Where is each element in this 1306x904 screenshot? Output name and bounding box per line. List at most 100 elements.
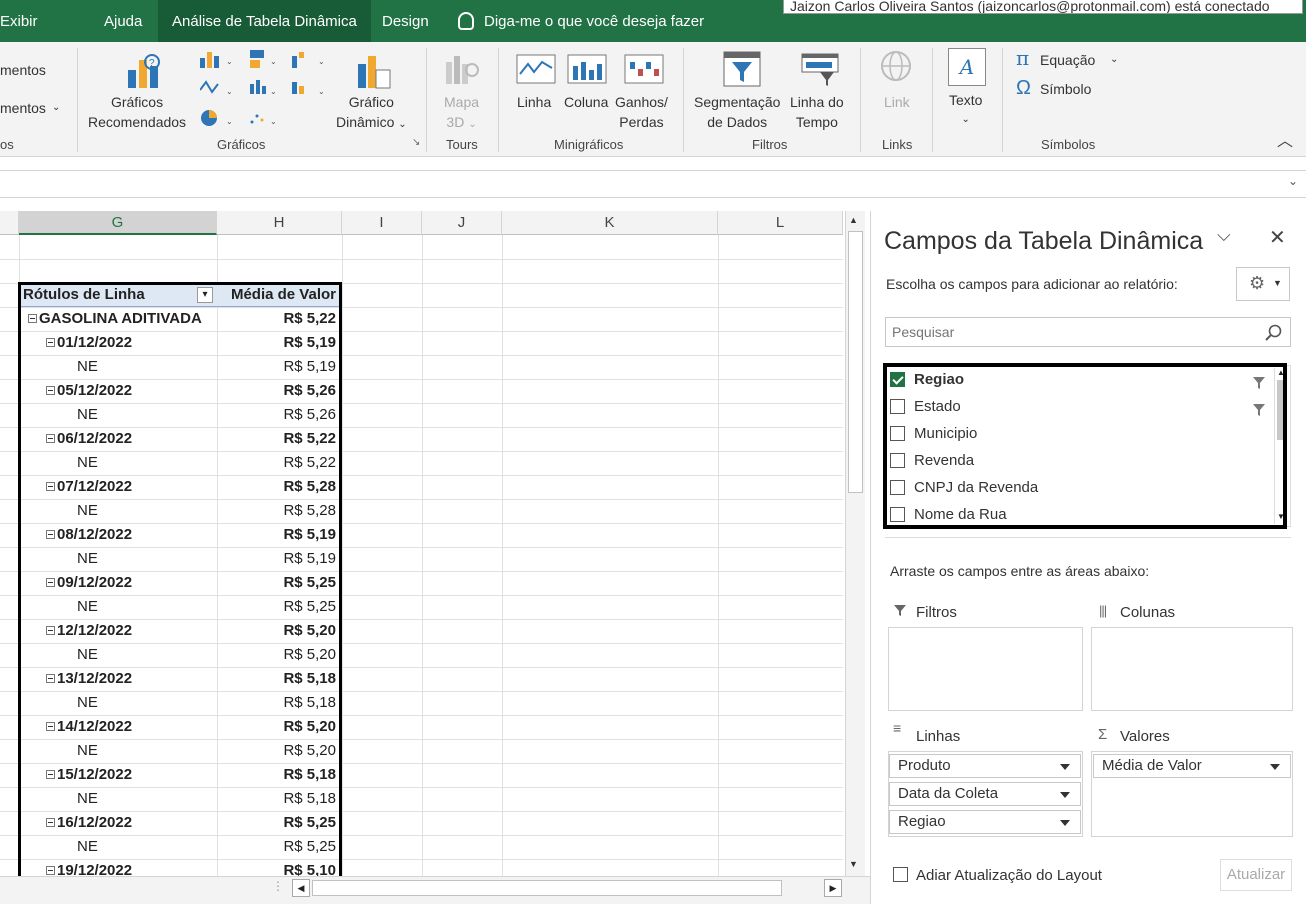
rows-field-dropdown[interactable]: Data da Coleta xyxy=(889,782,1081,806)
filter-icon xyxy=(893,603,907,621)
chart-type-icons[interactable]: ⌄ ⌄ ⌄ ⌄ ⌄ ⌄ ⌄ ⌄ xyxy=(200,50,330,132)
svg-text:⌄: ⌄ xyxy=(226,87,233,96)
tell-me-search[interactable]: Diga-me o que você deseja fazer xyxy=(458,12,704,30)
recommended-charts-icon: ? xyxy=(128,54,160,88)
tab-analise-tabela-dinamica[interactable]: Análise de Tabela Dinâmica xyxy=(158,0,371,42)
sparkline-line-button[interactable]: Linha xyxy=(517,92,551,112)
3d-map-icon xyxy=(446,56,479,84)
link-button[interactable]: Link xyxy=(884,92,910,112)
partial-command-2[interactable]: mentos xyxy=(0,98,46,118)
search-input[interactable] xyxy=(892,323,1252,341)
search-box[interactable] xyxy=(885,317,1291,347)
group-label-tours: Tours xyxy=(446,137,478,152)
slicer-icon xyxy=(723,51,761,87)
values-field-name: Média de Valor xyxy=(1102,757,1202,774)
svg-text:⌄: ⌄ xyxy=(270,117,277,126)
pi-icon: π xyxy=(1016,46,1030,70)
column-header-l[interactable]: L xyxy=(718,211,843,235)
rows-field-dropdown[interactable]: Regiao xyxy=(889,810,1081,834)
update-button[interactable]: Atualizar xyxy=(1220,859,1292,891)
column-header-i[interactable]: I xyxy=(342,211,422,235)
chevron-down-icon xyxy=(1270,764,1280,770)
defer-update-label: Adiar Atualização do Layout xyxy=(916,867,1102,884)
columns-icon: ||| xyxy=(1099,603,1107,618)
area-label-colunas: Colunas xyxy=(1120,604,1176,621)
group-divider xyxy=(77,48,78,152)
worksheet-grid[interactable]: G H I J K L Rótulos de Linha ▾ Média de … xyxy=(0,211,843,876)
equation-button[interactable]: Equação xyxy=(1040,50,1095,70)
tools-button[interactable]: ⚙ ▼ xyxy=(1236,267,1290,301)
timeline-button[interactable]: Linha do Tempo xyxy=(790,92,844,132)
area-label-filtros: Filtros xyxy=(916,604,957,621)
defer-update-checkbox[interactable] xyxy=(893,867,908,882)
sparkline-column-icon xyxy=(567,54,607,84)
formula-bar[interactable]: ⌄ xyxy=(0,170,1306,198)
drag-fields-label: Arraste os campos entre as áreas abaixo: xyxy=(890,563,1150,579)
divider xyxy=(885,537,1291,538)
tell-me-text: Diga-me o que você deseja fazer xyxy=(484,12,705,30)
svg-text:?: ? xyxy=(149,58,155,69)
group-divider xyxy=(498,48,499,152)
chevron-down-icon[interactable]: ⌄ xyxy=(1110,50,1118,70)
split-handle-icon[interactable]: ⋮ xyxy=(272,879,284,893)
svg-text:⌄: ⌄ xyxy=(226,57,233,66)
text-button[interactable]: Texto ⌄ xyxy=(949,90,982,130)
rows-icon: ≡ xyxy=(893,720,902,736)
group-divider xyxy=(426,48,427,152)
tab-design[interactable]: Design xyxy=(382,13,429,30)
column-header-h[interactable]: H xyxy=(217,211,342,235)
svg-text:⌄: ⌄ xyxy=(226,117,233,126)
rows-field-dropdown[interactable]: Produto xyxy=(889,754,1081,778)
pane-options-chevron-icon[interactable]: ⌵ xyxy=(1217,225,1231,246)
partial-command-1[interactable]: mentos xyxy=(0,60,46,80)
sparkline-win-loss-button[interactable]: Ganhos/Perdas xyxy=(615,92,668,132)
horizontal-scrollbar[interactable]: ⋮ ◀ ▶ xyxy=(272,877,845,899)
3d-map-button[interactable]: Mapa 3D ⌄ xyxy=(444,92,479,135)
sparkline-column-button[interactable]: Coluna xyxy=(564,92,608,112)
rows-field-name: Produto xyxy=(898,757,951,774)
pivot-chart-button[interactable]: Gráfico Dinâmico ⌄ xyxy=(336,92,407,135)
group-label-partial: os xyxy=(0,137,14,152)
link-globe-icon xyxy=(881,51,911,81)
group-label-simbolos: Símbolos xyxy=(1041,137,1096,152)
dialog-launcher-icon[interactable]: ↘ xyxy=(412,133,420,153)
hscroll-thumb[interactable] xyxy=(312,880,782,896)
symbol-button[interactable]: Símbolo xyxy=(1040,79,1091,99)
column-header-g[interactable]: G xyxy=(19,211,217,235)
svg-text:⌄: ⌄ xyxy=(270,87,277,96)
svg-text:⌄: ⌄ xyxy=(318,87,325,96)
svg-text:⌄: ⌄ xyxy=(318,57,325,66)
slicer-button[interactable]: Segmentação de Dados xyxy=(694,92,780,132)
select-all-corner[interactable] xyxy=(0,211,19,235)
collapse-ribbon-icon[interactable]: ︿ xyxy=(1277,132,1293,152)
area-label-valores: Valores xyxy=(1120,728,1170,745)
omega-icon: Ω xyxy=(1016,77,1031,99)
close-icon[interactable]: ✕ xyxy=(1269,225,1286,250)
group-divider xyxy=(932,48,933,152)
group-label-filtros: Filtros xyxy=(752,137,788,152)
filters-area[interactable] xyxy=(888,627,1083,711)
columns-area[interactable] xyxy=(1091,627,1293,711)
scroll-up-icon[interactable]: ▲ xyxy=(849,215,858,225)
scroll-down-icon[interactable]: ▼ xyxy=(849,859,858,869)
scroll-thumb[interactable] xyxy=(848,231,863,493)
account-tooltip: Jaizon Carlos Oliveira Santos (jaizoncar… xyxy=(783,0,1303,14)
values-field-dropdown[interactable]: Média de Valor xyxy=(1093,754,1291,778)
column-header-j[interactable]: J xyxy=(422,211,502,235)
recommended-charts-button[interactable]: Gráficos Recomendados xyxy=(88,92,186,132)
tab-ajuda[interactable]: Ajuda xyxy=(104,13,142,30)
scroll-right-icon[interactable]: ▶ xyxy=(824,879,842,897)
scroll-left-icon[interactable]: ◀ xyxy=(292,879,310,897)
svg-text:⌄: ⌄ xyxy=(270,57,277,66)
group-divider xyxy=(683,48,684,152)
vertical-scrollbar[interactable]: ▲ ▼ xyxy=(845,211,865,876)
ribbon: mentos mentos ⌄ os ? Gráficos Recomendado… xyxy=(0,42,1306,157)
lightbulb-icon xyxy=(458,12,474,30)
pivot-fields-pane: Campos da Tabela Dinâmica ⌵ ✕ Escolha os… xyxy=(870,211,1306,904)
gridline xyxy=(0,259,843,260)
group-divider xyxy=(860,48,861,152)
column-header-k[interactable]: K xyxy=(502,211,718,235)
expand-formula-bar-icon[interactable]: ⌄ xyxy=(1288,174,1298,188)
tab-exibir[interactable]: Exibir xyxy=(0,13,38,30)
chevron-down-icon xyxy=(1060,764,1070,770)
